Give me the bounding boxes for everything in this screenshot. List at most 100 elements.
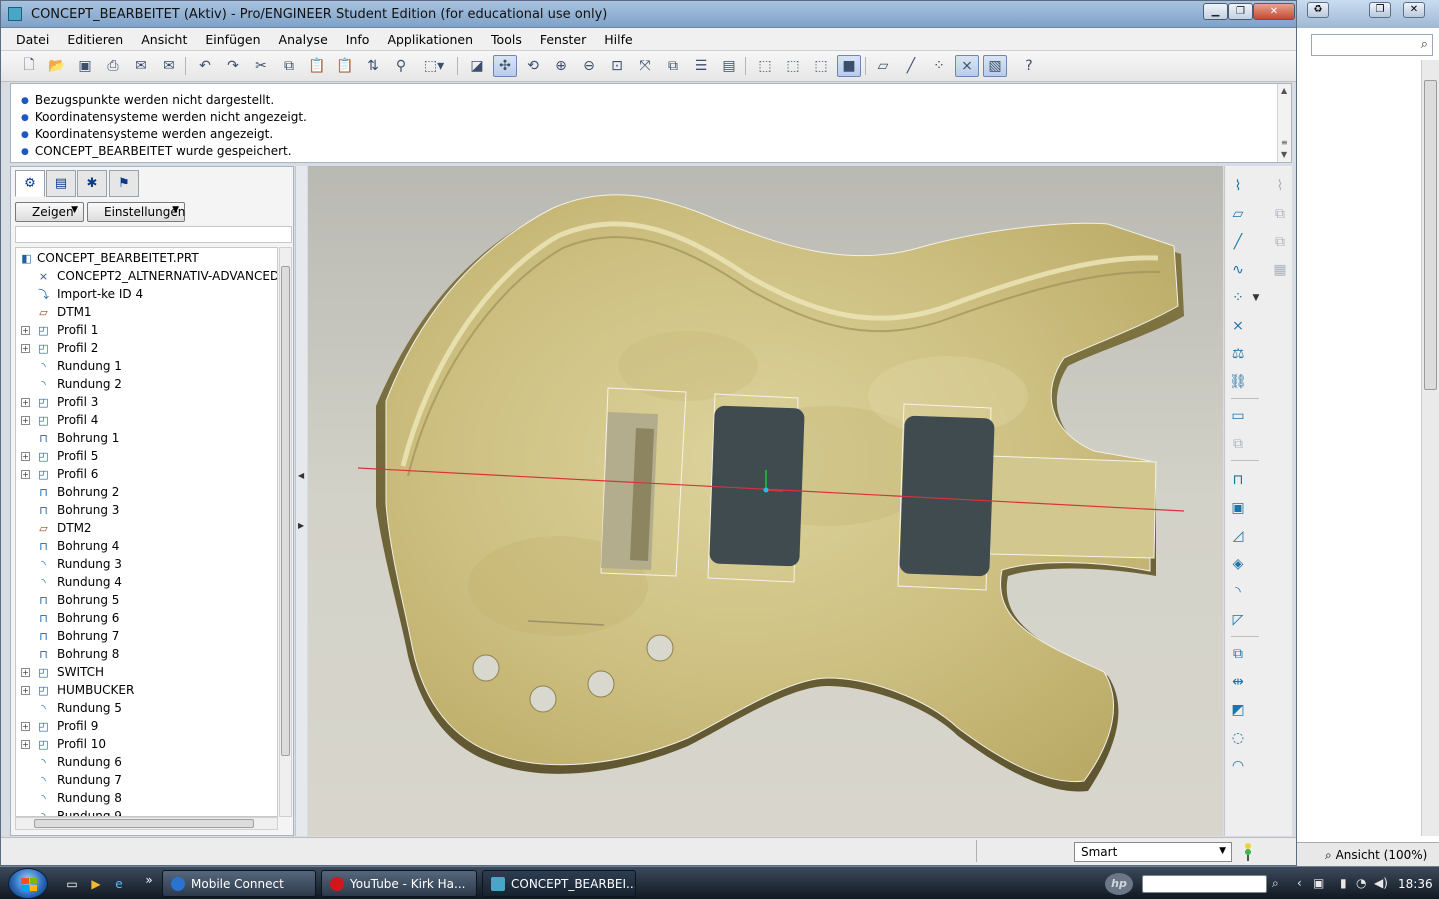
menu-tools[interactable]: Tools — [482, 32, 531, 47]
tree-item[interactable]: + ◰ Profil 9 — [16, 718, 277, 736]
restore-icon[interactable]: ❐ — [1369, 2, 1391, 18]
hidden-line-icon[interactable]: ⬚ — [781, 55, 805, 77]
tree-item[interactable]: ⤵ Import-ke ID 4 — [16, 286, 277, 304]
tree-item[interactable]: ◝ Rundung 6 — [16, 754, 277, 772]
saved-views-icon[interactable]: ⧉ — [661, 55, 685, 77]
expand-icon[interactable]: + — [21, 470, 30, 479]
close-icon[interactable]: ✕ — [1403, 2, 1425, 18]
expand-icon[interactable]: + — [21, 398, 30, 407]
sketched-curve-icon[interactable]: ⌇ — [1225, 174, 1251, 198]
offset-tool-icon[interactable]: ⧉ — [1267, 230, 1293, 254]
volume-icon[interactable]: ◀) — [1374, 876, 1388, 890]
favorites-icon[interactable]: ✱ — [77, 170, 107, 197]
tree-item[interactable]: ◝ Rundung 1 — [16, 358, 277, 376]
guitar-body-model[interactable] — [308, 166, 1223, 836]
tree-horizontal-scrollbar[interactable] — [15, 817, 278, 830]
paste-icon[interactable]: 📋 — [305, 55, 329, 77]
expand-icon[interactable]: + — [21, 452, 30, 461]
search-icon[interactable]: ⌕ — [1421, 37, 1428, 52]
chevron-right-icon[interactable]: » — [141, 872, 157, 888]
undo-icon[interactable]: ↶ — [193, 55, 217, 77]
coord-system-icon[interactable]: ⨯ — [1225, 314, 1251, 338]
refit-icon[interactable]: ⊡ — [605, 55, 629, 77]
tree-filter-field[interactable] — [15, 226, 292, 243]
chevron-left-icon[interactable]: ‹ — [1297, 876, 1302, 890]
menu-datei[interactable]: Datei — [7, 32, 58, 47]
datum-points-icon[interactable]: ⁘ — [927, 55, 951, 77]
copy-paste-icon[interactable]: ⧉ — [1225, 432, 1251, 456]
tree-item[interactable]: + ◰ Profil 5 — [16, 448, 277, 466]
select-box-icon[interactable]: ⬚▾ — [417, 55, 451, 77]
tree-vertical-scrollbar[interactable] — [279, 247, 292, 817]
pattern-icon[interactable]: ⧉ — [1225, 642, 1251, 666]
analysis-feature-icon[interactable]: ⚖ — [1225, 342, 1251, 366]
message-scrollbar[interactable]: ▲ ≡ ▼ — [1277, 84, 1291, 162]
show-desktop-icon[interactable]: ▭ — [64, 876, 80, 892]
tree-item[interactable]: + ◰ SWITCH — [16, 664, 277, 682]
shading-icon[interactable]: ■ — [837, 55, 861, 77]
tree-item[interactable]: ⊓ Bohrung 8 — [16, 646, 277, 664]
send-mail-icon[interactable]: ✉ — [157, 55, 181, 77]
tree-item[interactable]: + ◰ HUMBUCKER — [16, 682, 277, 700]
find-icon[interactable]: ⚲ — [389, 55, 413, 77]
zoom-out-icon[interactable]: ⊖ — [577, 55, 601, 77]
tree-item[interactable]: ◝ Rundung 2 — [16, 376, 277, 394]
new-icon[interactable]: 🗋 — [17, 55, 41, 77]
tree-item[interactable]: ⊓ Bohrung 3 — [16, 502, 277, 520]
expand-icon[interactable]: + — [21, 668, 30, 677]
orient-icon[interactable]: ⟲ — [521, 55, 545, 77]
tree-item[interactable]: + ◰ Profil 10 — [16, 736, 277, 754]
folder-browser-icon[interactable]: ▤ — [46, 170, 76, 197]
taskbar-button-proe[interactable]: CONCEPT_BEARBEI... — [482, 870, 636, 897]
close-button[interactable]: ✕ — [1253, 3, 1295, 20]
tree-item[interactable]: ◝ Rundung 4 — [16, 574, 277, 592]
zoom-in-icon[interactable]: ⊕ — [549, 55, 573, 77]
tree-item[interactable]: ◧ CONCEPT_BEARBEITET.PRT — [16, 250, 277, 268]
chain-icon[interactable]: ⛓ — [1225, 370, 1251, 394]
annotation-icon[interactable]: ▭ — [1225, 404, 1251, 428]
print-icon[interactable]: ⎙ — [101, 55, 125, 77]
spin-center-icon[interactable]: ✣ — [493, 55, 517, 77]
grid-icon[interactable]: ▦ — [1267, 258, 1293, 282]
datum-axis-icon[interactable]: ╱ — [1225, 230, 1251, 254]
menu-ansicht[interactable]: Ansicht — [132, 32, 196, 47]
selection-filter-select[interactable]: Smart ▼ — [1074, 842, 1232, 862]
tree-item[interactable]: ◝ Rundung 9 — [16, 808, 277, 816]
wireless-icon[interactable]: ◔ — [1356, 876, 1366, 890]
context-help-icon[interactable]: ? — [1017, 55, 1041, 77]
datum-plane-tool-icon[interactable]: ▱ — [1225, 202, 1251, 226]
offset-icon[interactable]: ◠ — [1225, 754, 1251, 778]
taskbar-button-youtube[interactable]: YouTube - Kirk Ha... — [321, 870, 477, 897]
media-player-icon[interactable]: ▶ — [88, 876, 104, 892]
background-scrollbar[interactable] — [1421, 60, 1439, 836]
maximize-button[interactable]: ❐ — [1228, 3, 1253, 20]
datum-curve-icon[interactable]: ∿ — [1225, 258, 1251, 282]
send-icon[interactable]: ✉ — [129, 55, 153, 77]
tree-item[interactable]: ⊓ Bohrung 4 — [16, 538, 277, 556]
expand-right-icon[interactable]: ▶ — [298, 521, 304, 530]
expand-icon[interactable]: + — [21, 740, 30, 749]
internet-explorer-icon[interactable]: e — [111, 876, 127, 892]
round-tool-icon[interactable]: ◝ — [1225, 580, 1251, 604]
expand-icon[interactable]: + — [21, 722, 30, 731]
zoom-status[interactable]: ⌕ Ansicht (100%) — [1297, 842, 1439, 866]
tree-item[interactable]: ▱ DTM1 — [16, 304, 277, 322]
tree-item[interactable]: + ◰ Profil 3 — [16, 394, 277, 412]
sketch-tool-icon[interactable]: ⌇ — [1267, 174, 1293, 198]
show-button[interactable]: Zeigen ▼ — [15, 202, 84, 222]
expand-icon[interactable]: + — [21, 344, 30, 353]
reorient-icon[interactable]: ⤧ — [633, 55, 657, 77]
tree-item[interactable]: ◝ Rundung 8 — [16, 790, 277, 808]
redo-icon[interactable]: ↷ — [221, 55, 245, 77]
windows-start-icon[interactable] — [8, 868, 48, 899]
mirror-geom-icon[interactable]: ⧉ — [1267, 202, 1293, 226]
cut-icon[interactable]: ✂ — [249, 55, 273, 77]
model-tree-icon[interactable]: ⚙ — [15, 170, 45, 197]
tree-item[interactable]: + ◰ Profil 6 — [16, 466, 277, 484]
scroll-up-icon[interactable]: ▲ — [1281, 86, 1287, 95]
scroll-grip-icon[interactable]: ≡ — [1281, 138, 1288, 147]
menu-einfuegen[interactable]: Einfügen — [196, 32, 269, 47]
tree-item[interactable]: ◝ Rundung 5 — [16, 700, 277, 718]
tree-item[interactable]: ⨯ CONCEPT2_ALTNERNATIV-ADVANCED-E — [16, 268, 277, 286]
tree-item[interactable]: + ◰ Profil 4 — [16, 412, 277, 430]
